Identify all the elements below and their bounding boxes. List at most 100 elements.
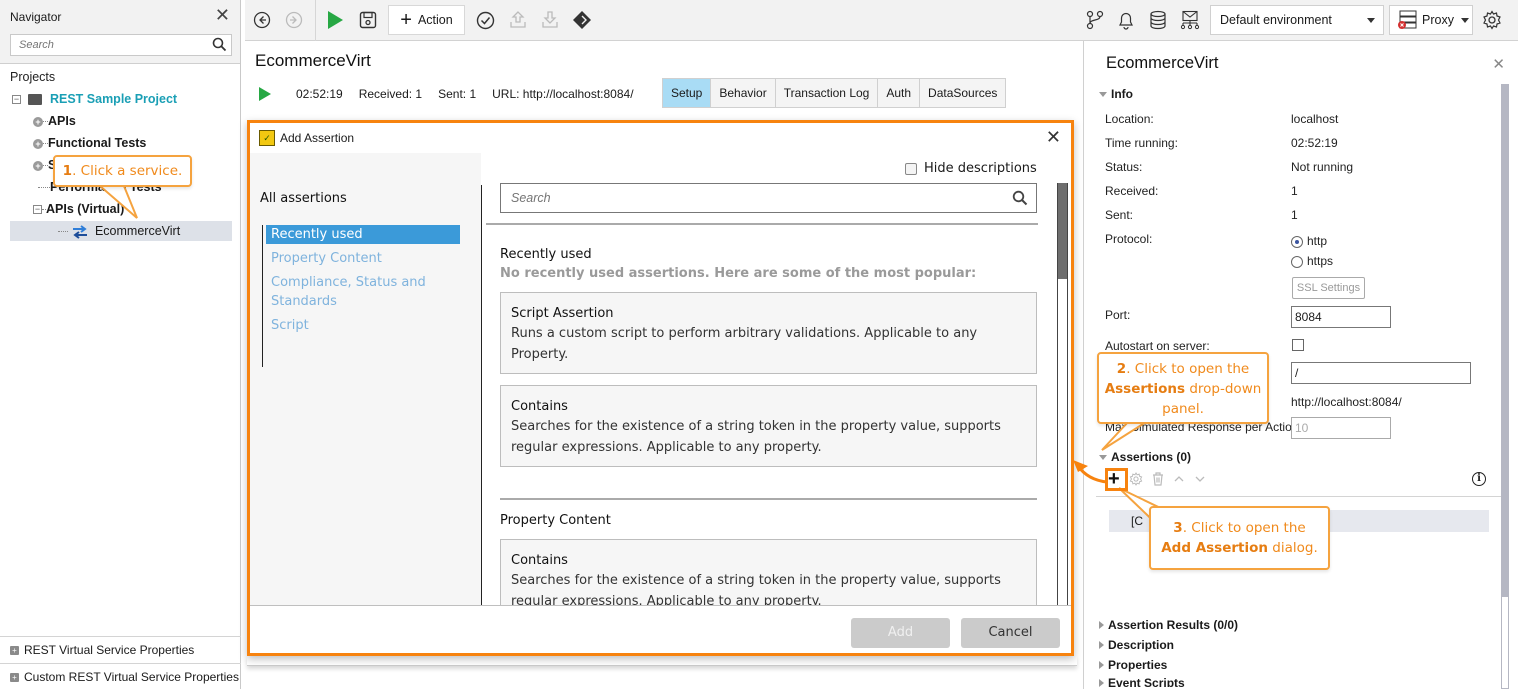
move-down-icon[interactable] (1194, 474, 1206, 484)
close-icon[interactable]: ✕ (1046, 127, 1061, 148)
card-title: Contains (511, 553, 568, 568)
expand-icon[interactable]: + (33, 116, 43, 127)
expand-icon[interactable]: + (10, 673, 19, 683)
navigator-search[interactable] (10, 34, 232, 56)
virtual-service-icon (73, 224, 88, 239)
field-label: Location: (1105, 112, 1154, 126)
callout-bold: Add Assertion (1161, 540, 1268, 556)
section-properties[interactable]: Properties (1099, 658, 1167, 672)
expand-triangle-icon (1099, 641, 1104, 649)
max-response-input[interactable]: 10 (1291, 417, 1391, 439)
category-recently-used[interactable]: Recently used (266, 225, 460, 244)
collapse-icon[interactable]: − (33, 205, 42, 215)
assertion-card-contains[interactable]: Contains Searches for the existence of a… (500, 385, 1037, 467)
upload-icon[interactable] (507, 9, 529, 31)
database-icon[interactable] (1147, 9, 1169, 31)
expand-icon[interactable]: + (33, 138, 43, 149)
proxy-button[interactable]: Proxy (1389, 5, 1473, 35)
panel-custom-rest-virtual-service-properties[interactable]: + Custom REST Virtual Service Properties (0, 663, 241, 690)
check-circle-icon[interactable] (474, 9, 496, 31)
tab-behavior[interactable]: Behavior (711, 79, 776, 107)
close-icon[interactable]: ✕ (215, 6, 230, 24)
info-icon[interactable]: i (1472, 472, 1486, 486)
panel-rest-virtual-service-properties[interactable]: + REST Virtual Service Properties (0, 636, 241, 663)
radio-button[interactable] (1291, 235, 1303, 248)
save-icon[interactable] (357, 9, 379, 31)
collapse-triangle-icon (1099, 454, 1107, 460)
search-icon (212, 37, 227, 52)
port-input[interactable]: 8084 (1291, 306, 1391, 328)
environment-select[interactable]: Default environment (1210, 5, 1384, 35)
categories-title: All assertions (260, 191, 347, 206)
add-button[interactable]: Add (851, 618, 950, 648)
expand-icon[interactable]: + (33, 160, 43, 171)
assertion-categories-panel: All assertions Recently used Property Co… (250, 153, 481, 605)
back-icon[interactable] (251, 9, 273, 31)
callout-text: . Click to open the (1126, 361, 1250, 377)
bell-icon[interactable] (1115, 9, 1137, 31)
close-icon[interactable]: ✕ (1492, 55, 1505, 73)
assertion-search[interactable] (500, 183, 1037, 213)
settings-gear-icon[interactable] (1481, 9, 1503, 31)
tree-item-apis[interactable]: + APIs (33, 111, 76, 131)
navigator-search-input[interactable] (11, 35, 201, 55)
environment-value: Default environment (1220, 13, 1332, 27)
radio-button[interactable] (1291, 255, 1303, 268)
tab-datasources[interactable]: DataSources (920, 79, 1005, 107)
hide-descriptions-checkbox[interactable]: Hide descriptions (905, 161, 1037, 176)
tab-setup[interactable]: Setup (663, 79, 712, 107)
delete-trash-icon[interactable] (1152, 472, 1164, 486)
inspector-scrollbar-thumb[interactable] (1501, 84, 1509, 597)
category-property-content[interactable]: Property Content (266, 249, 460, 268)
run-icon[interactable] (324, 9, 346, 31)
collapse-triangle-icon (1099, 91, 1107, 97)
dialog-title: Add Assertion (280, 131, 355, 145)
panel-label: Custom REST Virtual Service Properties (24, 670, 239, 684)
collapse-icon[interactable]: − (12, 95, 21, 105)
mail-network-icon[interactable] (1179, 9, 1201, 31)
section-info[interactable]: Info (1099, 87, 1133, 101)
tab-transaction-log[interactable]: Transaction Log (776, 79, 879, 107)
add-action-button[interactable]: + Action (388, 5, 465, 35)
section-assertion-results[interactable]: Assertion Results (0/0) (1099, 618, 1238, 632)
assertion-card-contains[interactable]: Contains Searches for the existence of a… (500, 539, 1037, 605)
diamond-icon[interactable] (571, 9, 593, 31)
expand-icon[interactable]: + (10, 646, 19, 656)
cancel-button[interactable]: Cancel (961, 618, 1060, 648)
tree-item-project[interactable]: − REST Sample Project (12, 89, 177, 109)
section-assertions[interactable]: Assertions (0) (1099, 450, 1191, 464)
category-script[interactable]: Script (266, 316, 460, 335)
assertion-card-script-assertion[interactable]: Script Assertion Runs a custom script to… (500, 292, 1037, 374)
radio-label: http (1307, 234, 1328, 248)
run-icon[interactable] (258, 86, 272, 102)
category-compliance-status-standards[interactable]: Compliance, Status and Standards (266, 273, 460, 311)
tab-auth[interactable]: Auth (878, 79, 921, 107)
section-event-scripts[interactable]: Event Scripts (1099, 678, 1185, 687)
move-up-icon[interactable] (1173, 474, 1185, 484)
protocol-https-radio[interactable]: https (1291, 254, 1333, 268)
dialog-scrollbar-thumb[interactable] (1058, 183, 1067, 279)
expand-triangle-icon (1099, 661, 1104, 669)
path-input[interactable]: / (1291, 362, 1471, 384)
assertion-search-input[interactable] (501, 184, 981, 212)
section-title-property-content: Property Content (500, 513, 611, 528)
section-description[interactable]: Description (1099, 638, 1174, 652)
tree-item-apis-virtual[interactable]: − APIs (Virtual) (33, 199, 124, 219)
tree-item-label: APIs (Virtual) (46, 202, 125, 216)
checkbox[interactable] (905, 162, 917, 175)
sent-count: Sent: 1 (438, 87, 477, 101)
ssl-settings-button[interactable]: SSL Settings (1292, 277, 1365, 299)
git-branch-icon[interactable] (1084, 9, 1106, 31)
autostart-checkbox[interactable] (1292, 339, 1304, 351)
inspector-title: EcommerceVirt (1106, 54, 1219, 72)
tree-item-ecommercevirt[interactable]: EcommerceVirt (58, 221, 180, 241)
proxy-label: Proxy (1422, 13, 1454, 27)
received-count: Received: 1 (358, 87, 423, 101)
forward-icon[interactable] (283, 9, 305, 31)
tree-item-functional-tests[interactable]: + Functional Tests (33, 133, 146, 153)
download-icon[interactable] (539, 9, 561, 31)
configure-gear-icon[interactable] (1129, 472, 1143, 486)
protocol-http-radio[interactable]: http (1291, 234, 1327, 248)
card-title: Contains (511, 399, 568, 414)
section-label: Description (1108, 638, 1175, 652)
